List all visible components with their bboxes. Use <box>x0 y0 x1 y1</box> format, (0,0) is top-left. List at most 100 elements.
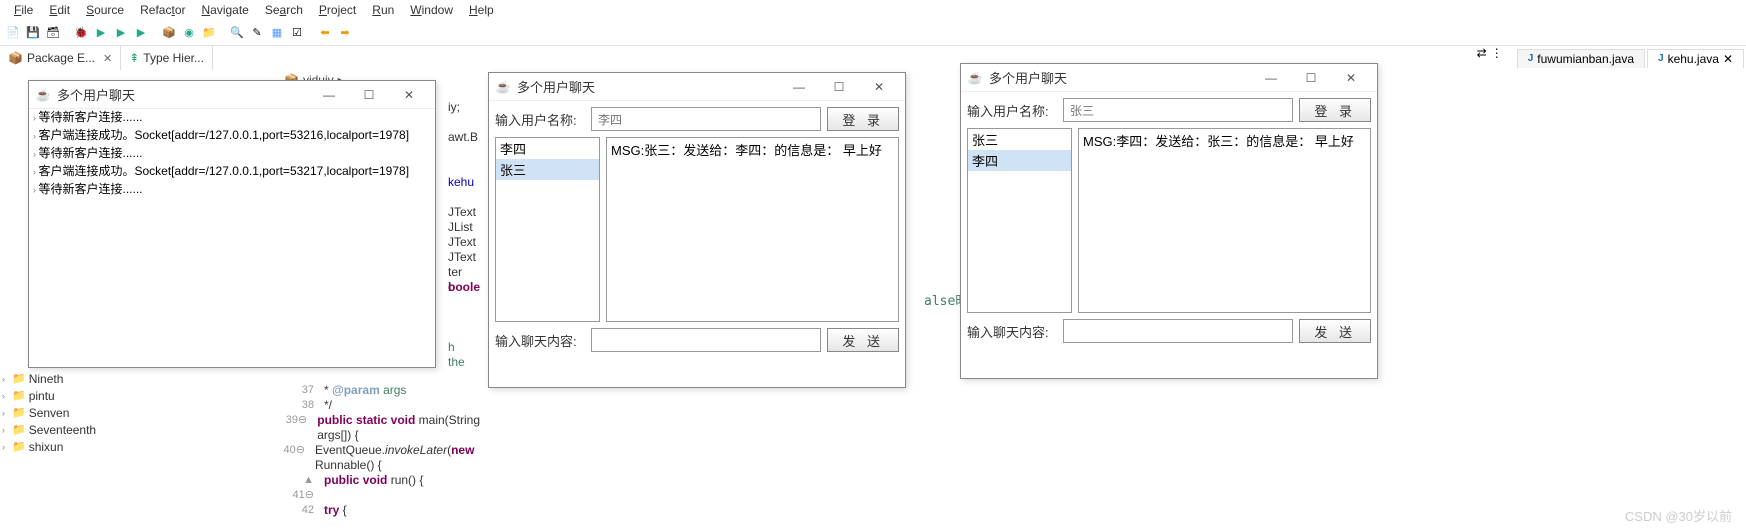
close-icon[interactable]: ✕ <box>859 75 899 99</box>
server-window: ☕ 多个用户聊天 — ☐ ✕ › 等待新客户连接......› 客户端连接成功。… <box>28 80 436 368</box>
menu-search[interactable]: Search <box>257 3 311 17</box>
hierarchy-icon: ⇞ <box>129 51 139 65</box>
title-bar[interactable]: ☕ 多个用户聊天 — ☐ ✕ <box>961 64 1377 92</box>
link-icon[interactable]: ⇄ <box>1477 46 1487 70</box>
open-type-icon[interactable]: 📁 <box>200 24 218 42</box>
forward-icon[interactable]: ➡ <box>336 24 354 42</box>
task-icon[interactable]: ☑ <box>288 24 306 42</box>
send-button[interactable]: 发 送 <box>827 328 899 352</box>
tab-fuwumianban[interactable]: J fuwumianban.java <box>1517 49 1645 68</box>
message-area: MSG:张三：发送给：李四：的信息是： 早上好 <box>606 137 899 322</box>
maximize-icon[interactable]: ☐ <box>349 83 389 107</box>
java-icon: ☕ <box>967 70 983 86</box>
menu-project[interactable]: Project <box>311 3 364 17</box>
send-button[interactable]: 发 送 <box>1299 319 1371 343</box>
package-explorer-view[interactable]: 📦 Package E... ✕ <box>0 46 121 70</box>
username-label: 输入用户名称: <box>967 101 1057 120</box>
package-explorer-label: Package E... <box>27 51 95 65</box>
menu-window[interactable]: Window <box>402 3 461 17</box>
user-list[interactable]: 张三李四 <box>967 128 1072 313</box>
username-input[interactable] <box>591 107 821 131</box>
editor-tabs: J fuwumianban.java J kehu.java ✕ <box>1517 46 1746 70</box>
code-line: 39⊖public static void main(String args[]… <box>280 413 483 443</box>
tab-kehu[interactable]: J kehu.java ✕ <box>1647 49 1744 68</box>
client-window-2: ☕ 多个用户聊天 — ☐ ✕ 输入用户名称: 登 录 张三李四 MSG:李四：发… <box>960 63 1378 379</box>
menu-run[interactable]: Run <box>364 3 402 17</box>
menu-source[interactable]: Source <box>78 3 132 17</box>
watermark: CSDN @30岁以前 <box>1625 506 1732 525</box>
tab-label: kehu.java <box>1668 52 1719 66</box>
run-last-icon[interactable]: ▶ <box>112 24 130 42</box>
close-icon[interactable]: ✕ <box>1723 52 1733 66</box>
window-title: 多个用户聊天 <box>517 77 779 96</box>
list-item[interactable]: 张三 <box>496 159 599 180</box>
save-icon[interactable]: 💾 <box>24 24 42 42</box>
view-menu-icon[interactable]: ⋮ <box>1491 46 1503 70</box>
tree-item[interactable]: ›📁Senven <box>0 404 270 421</box>
minimize-icon[interactable]: — <box>1251 66 1291 90</box>
list-item[interactable]: 李四 <box>968 150 1071 171</box>
menu-help[interactable]: Help <box>461 3 502 17</box>
code-frag: h the <box>448 340 465 370</box>
code-frag: awt.B <box>448 130 478 145</box>
menu-file[interactable]: File <box>6 3 41 17</box>
new-class-icon[interactable]: ◉ <box>180 24 198 42</box>
new-package-icon[interactable]: 📦 <box>160 24 178 42</box>
code-frag: kehu <box>448 175 474 190</box>
title-bar[interactable]: ☕ 多个用户聊天 — ☐ ✕ <box>489 73 905 101</box>
package-icon: 📦 <box>8 51 23 65</box>
list-item[interactable]: 张三 <box>968 129 1071 150</box>
code-line: ▲ 41⊖ public void run() { <box>280 473 483 503</box>
minimize-icon[interactable]: — <box>309 83 349 107</box>
close-icon[interactable]: ✕ <box>103 52 112 65</box>
annotation-icon[interactable]: ▦ <box>268 24 286 42</box>
title-bar[interactable]: ☕ 多个用户聊天 — ☐ ✕ <box>29 81 435 109</box>
user-list[interactable]: 李四张三 <box>495 137 600 322</box>
save-all-icon[interactable]: 🗃 <box>44 24 62 42</box>
username-input[interactable] <box>1063 98 1293 122</box>
toggle-mark-icon[interactable]: ✎ <box>248 24 266 42</box>
chat-input[interactable] <box>1063 319 1293 343</box>
code-frag: iy; <box>448 100 460 115</box>
maximize-icon[interactable]: ☐ <box>1291 66 1331 90</box>
log-line: › 等待新客户连接...... <box>33 181 431 199</box>
close-icon[interactable]: ✕ <box>1331 66 1371 90</box>
views-row: 📦 Package E... ✕ ⇞ Type Hier... ⇄ ⋮ J fu… <box>0 46 1746 70</box>
code-frag: JText <box>448 235 476 250</box>
menu-refactor[interactable]: Refactor <box>132 3 193 17</box>
java-file-icon: J <box>1528 53 1534 64</box>
menu-navigate[interactable]: Navigate <box>193 3 256 17</box>
code-frag: boole <box>448 280 480 295</box>
login-button[interactable]: 登 录 <box>1299 98 1371 122</box>
chat-input[interactable] <box>591 328 821 352</box>
minimize-icon[interactable]: — <box>779 75 819 99</box>
menu-edit[interactable]: Edit <box>41 3 78 17</box>
run-icon[interactable]: ▶ <box>92 24 110 42</box>
log-line: › 等待新客户连接...... <box>33 145 431 163</box>
maximize-icon[interactable]: ☐ <box>819 75 859 99</box>
back-icon[interactable]: ⬅ <box>316 24 334 42</box>
window-title: 多个用户聊天 <box>57 85 309 104</box>
debug-icon[interactable]: 🐞 <box>72 24 90 42</box>
java-file-icon: J <box>1658 53 1664 64</box>
coverage-icon[interactable]: ▶ <box>132 24 150 42</box>
log-line: › 客户端连接成功。Socket[addr=/127.0.0.1,port=53… <box>33 163 431 181</box>
message-area: MSG:李四：发送给：张三：的信息是： 早上好 <box>1078 128 1371 313</box>
close-icon[interactable]: ✕ <box>389 83 429 107</box>
code-frag: JText <box>448 205 476 220</box>
tree-item[interactable]: ›📁Seventeenth <box>0 421 270 438</box>
code-frag: JList <box>448 220 473 235</box>
tree-item[interactable]: ›📁pintu <box>0 387 270 404</box>
type-hierarchy-view[interactable]: ⇞ Type Hier... <box>121 46 213 70</box>
code-line: 40⊖ EventQueue.invokeLater(new Runnable(… <box>280 443 483 473</box>
code-line: 37 * @param args <box>280 383 483 398</box>
tree-item[interactable]: ›📁Nineth <box>0 370 270 387</box>
login-button[interactable]: 登 录 <box>827 107 899 131</box>
new-icon[interactable]: 📄 <box>4 24 22 42</box>
chat-label: 输入聊天内容: <box>967 322 1057 341</box>
list-item[interactable]: 李四 <box>496 138 599 159</box>
tree-item[interactable]: ›📁shixun <box>0 438 270 455</box>
menu-bar: File Edit Source Refactor Navigate Searc… <box>0 0 1746 20</box>
server-log: › 等待新客户连接......› 客户端连接成功。Socket[addr=/12… <box>33 109 431 363</box>
search-icon[interactable]: 🔍 <box>228 24 246 42</box>
